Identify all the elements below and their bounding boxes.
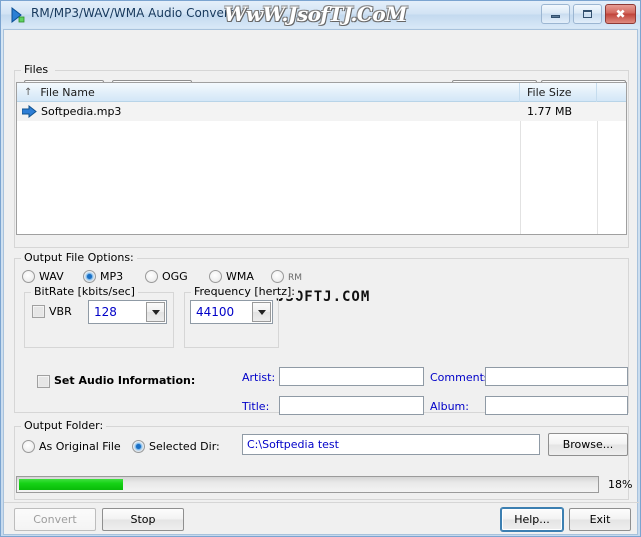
convert-button[interactable]: Convert — [14, 508, 96, 531]
radio-format-rm-label: RM — [288, 273, 303, 283]
progress-percent-label: 18% — [608, 478, 633, 491]
close-icon: ✖ — [615, 7, 626, 21]
radio-format-ogg[interactable] — [145, 270, 158, 283]
maximize-icon — [574, 5, 601, 23]
output-path-field[interactable]: C:\Softpedia test — [242, 434, 540, 455]
radio-as-original-file-label: As Original File — [39, 440, 121, 453]
progress-bar — [16, 476, 599, 493]
table-row[interactable]: Softpedia.mp3 1.77 MB — [17, 102, 626, 121]
bitrate-combo-arrow[interactable] — [146, 302, 165, 322]
comments-label: Comments: — [430, 371, 494, 384]
radio-selected-dir-label: Selected Dir: — [149, 440, 220, 453]
title-watermark: WwW.JsofTJ.CoM — [224, 2, 407, 26]
frequency-combo[interactable]: 44100 — [190, 300, 273, 324]
progress-bar-fill — [19, 479, 123, 490]
bitrate-value: 128 — [94, 305, 117, 319]
comments-field[interactable] — [485, 367, 628, 386]
column-header-file-size-label: File Size — [527, 86, 572, 99]
output-folder-title: Output Folder: — [21, 419, 107, 432]
radio-format-rm[interactable] — [271, 270, 284, 283]
vbr-checkbox[interactable] — [32, 305, 45, 318]
exit-button[interactable]: Exit — [569, 508, 631, 531]
close-button[interactable]: ✖ — [605, 4, 636, 24]
vbr-label: VBR — [49, 305, 72, 318]
set-audio-information-checkbox[interactable] — [37, 375, 50, 388]
title-label: Title: — [242, 400, 270, 413]
album-field[interactable] — [485, 396, 628, 415]
radio-format-mp3[interactable] — [83, 270, 96, 283]
frequency-group-title: Frequency [hertz]: — [191, 285, 298, 298]
column-header-file-size[interactable]: File Size — [520, 83, 597, 102]
radio-format-ogg-label: OGG — [162, 270, 188, 283]
radio-format-mp3-label: MP3 — [100, 270, 124, 283]
radio-format-wav-label: WAV — [39, 270, 64, 283]
column-header-spacer — [597, 83, 626, 102]
files-group-title: Files — [21, 63, 52, 76]
sort-ascending-icon: ↑ — [24, 87, 33, 98]
file-list[interactable]: ↑ File Name File Size Softpedia.mp3 1.77… — [16, 82, 627, 235]
client-area: Files Add Files ... Add Folder ... Remov… — [3, 29, 639, 535]
radio-format-wma-label: WMA — [226, 270, 254, 283]
frequency-combo-arrow[interactable] — [252, 302, 271, 322]
bitrate-combo[interactable]: 128 — [88, 300, 167, 324]
browse-button[interactable]: Browse... — [548, 433, 628, 456]
window-title: RM/MP3/WAV/WMA Audio Converter — [31, 6, 246, 20]
minimize-button[interactable] — [541, 4, 570, 24]
radio-as-original-file[interactable] — [22, 440, 35, 453]
application-window: RM/MP3/WAV/WMA Audio Converter WwW.JsofT… — [0, 0, 641, 537]
file-size-cell: 1.77 MB — [527, 105, 573, 118]
artist-field[interactable] — [279, 367, 424, 386]
column-header-file-name[interactable]: ↑ File Name — [17, 83, 520, 102]
bottom-divider — [4, 502, 639, 503]
radio-selected-dir[interactable] — [132, 440, 145, 453]
frequency-value: 44100 — [196, 305, 235, 319]
album-label: Album: — [430, 400, 469, 413]
radio-format-wma[interactable] — [209, 270, 222, 283]
chevron-down-icon — [257, 309, 266, 315]
file-list-header: ↑ File Name File Size — [17, 83, 626, 102]
minimize-icon — [542, 5, 569, 23]
stop-button[interactable]: Stop — [102, 508, 184, 531]
app-icon — [11, 7, 25, 23]
blue-arrow-icon — [22, 105, 37, 118]
bitrate-group-title: BitRate [kbits/sec] — [31, 285, 138, 298]
artist-label: Artist: — [242, 371, 276, 384]
set-audio-information-label: Set Audio Information: — [54, 374, 196, 387]
title-field[interactable] — [279, 396, 424, 415]
help-button[interactable]: Help... — [501, 508, 563, 531]
title-bar[interactable]: RM/MP3/WAV/WMA Audio Converter WwW.JsofT… — [1, 1, 640, 28]
column-header-file-name-label: File Name — [40, 86, 95, 99]
maximize-button[interactable] — [573, 4, 602, 24]
output-options-title: Output File Options: — [21, 251, 137, 264]
file-name-cell: Softpedia.mp3 — [41, 105, 122, 118]
radio-format-wav[interactable] — [22, 270, 35, 283]
chevron-down-icon — [151, 309, 160, 315]
